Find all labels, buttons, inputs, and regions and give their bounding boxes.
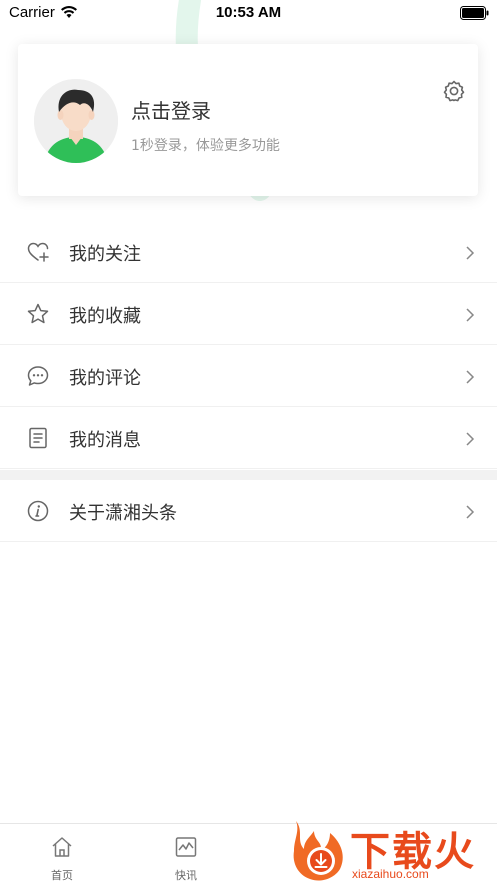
gear-icon[interactable] — [442, 79, 466, 103]
profile-card[interactable]: 点击登录 1秒登录，体验更多功能 — [18, 44, 478, 196]
login-title[interactable]: 点击登录 — [131, 95, 211, 124]
menu-label-about: 关于潇湘头条 — [69, 503, 177, 524]
menu-item-following[interactable]: 我的关注 — [0, 221, 497, 283]
chevron-right-icon — [466, 246, 475, 260]
tab-label-news-flash: 快讯 — [175, 869, 197, 882]
menu-item-about[interactable]: 关于潇湘头条 — [0, 480, 497, 542]
login-subtitle: 1秒登录，体验更多功能 — [131, 138, 280, 154]
chevron-right-icon — [466, 505, 475, 519]
menu-item-favorites[interactable]: 我的收藏 — [0, 283, 497, 345]
chat-bubble-icon — [27, 366, 49, 386]
heart-plus-icon — [27, 242, 49, 262]
menu-list: 我的关注 我的收藏 我的评论 我的消息 — [0, 221, 497, 469]
info-icon — [27, 500, 49, 522]
menu-label-favorites: 我的收藏 — [69, 306, 141, 327]
chevron-right-icon — [466, 308, 475, 322]
watermark-logo: 下载火 xiazaihuo.com — [290, 817, 497, 883]
menu-label-comments: 我的评论 — [69, 368, 141, 389]
tab-news-flash[interactable]: 快讯 — [151, 824, 221, 883]
about-section: 关于潇湘头条 — [0, 480, 497, 542]
menu-item-comments[interactable]: 我的评论 — [0, 345, 497, 407]
menu-item-messages[interactable]: 我的消息 — [0, 407, 497, 469]
menu-label-following: 我的关注 — [69, 244, 141, 265]
document-icon — [29, 427, 47, 449]
menu-label-messages: 我的消息 — [69, 430, 141, 451]
watermark-url: xiazaihuo.com — [352, 867, 429, 881]
tab-label-home: 首页 — [51, 869, 73, 882]
flame-logo-icon — [293, 821, 343, 881]
chevron-right-icon — [466, 432, 475, 446]
section-divider — [0, 470, 497, 480]
avatar[interactable] — [34, 79, 118, 163]
home-icon — [52, 837, 72, 857]
default-avatar-icon — [34, 79, 118, 163]
chart-pulse-icon — [175, 837, 197, 857]
chevron-right-icon — [466, 370, 475, 384]
star-icon — [27, 303, 49, 324]
tab-home[interactable]: 首页 — [27, 824, 97, 883]
